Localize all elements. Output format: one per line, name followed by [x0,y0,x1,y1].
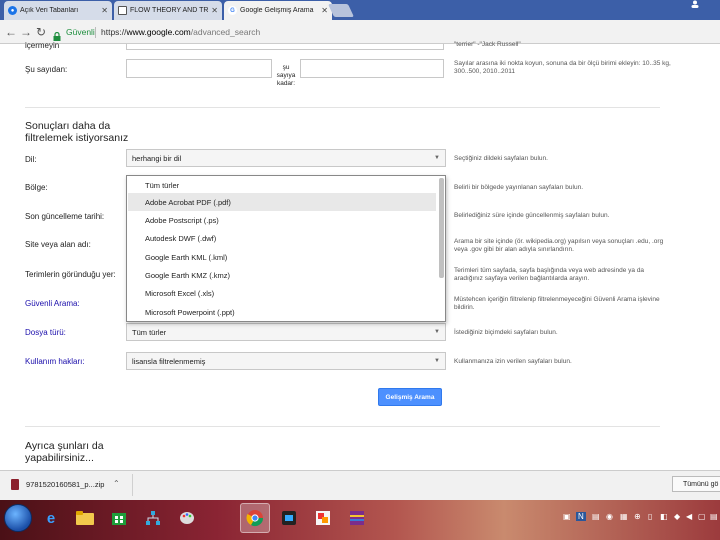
paint-palette-icon[interactable] [172,503,202,533]
forward-arrow-icon[interactable]: → [19,25,33,39]
safesearch-hint: Müstehcen içeriğin filtrelenip filtrelen… [454,296,660,311]
chevron-up-icon[interactable]: ⌃ [113,479,120,488]
site-domain-hint: Arama bir site içinde (ör. wikipedia.org… [454,238,664,253]
close-icon[interactable]: ✕ [321,6,328,15]
url-host: www.google.com [126,27,191,37]
winrar-icon[interactable] [342,503,372,533]
tab-title: Google Gelişmiş Arama [240,7,314,14]
store-icon[interactable] [104,503,134,533]
chevron-down-icon: ▼ [434,358,440,364]
file-type-link[interactable]: Dosya türü: [25,328,66,337]
download-file-name[interactable]: 9781520160581_p...zip [26,480,104,489]
tray-app-icon[interactable]: ▤ [592,512,600,521]
region-label: Bölge: [25,183,48,192]
document-icon [118,6,127,15]
volume-icon[interactable]: ◀ [686,512,692,521]
tab-title: FLOW THEORY AND TRA [130,7,209,14]
dropdown-option[interactable]: Google Earth KML (.kml) [128,248,436,266]
usage-rights-hint: Kullanmanıza izin verilen sayfaları bulu… [454,358,572,365]
tray-app-icon[interactable]: ▣ [563,512,571,521]
exclude-words-label: içermeyin [25,41,60,50]
file-type-select[interactable]: Tüm türler ▼ [126,323,446,341]
usage-rights-select-value: lisansla filtrelenmemiş [132,356,206,366]
back-arrow-icon[interactable]: ← [4,25,18,39]
last-update-label: Son güncelleme tarihi: [25,212,105,221]
internet-explorer-icon[interactable]: e [36,503,66,533]
tab-google-advanced[interactable]: G Google Gelişmiş Arama ✕ [224,1,332,20]
dropdown-option[interactable]: Microsoft Powerpoint (.ppt) [128,303,436,321]
tab-acik-veri[interactable]: ● Açık Veri Tabanları ✕ [4,1,112,20]
show-all-downloads-button[interactable]: Tümünü gö [672,476,720,492]
usage-rights-select[interactable]: lisansla filtrelenmemiş ▼ [126,352,446,370]
url-field[interactable]: https://www.google.com/advanced_search [101,27,260,37]
terms-appearing-label: Terimlerin göründuğu yer: [25,270,116,279]
dropdown-option[interactable]: Adobe Acrobat PDF (.pdf) [128,193,436,211]
battery-icon[interactable]: ▯ [648,512,652,521]
file-type-select-value: Tüm türler [132,327,167,337]
chevron-down-icon: ▼ [434,329,440,335]
close-icon[interactable]: ✕ [101,6,108,15]
profile-icon[interactable] [690,0,702,12]
file-type-hint: İstediğiniz biçimdeki sayfaları bulun. [454,329,558,336]
advanced-search-button[interactable]: Gelişmiş Arama [378,388,442,406]
dropdown-option[interactable]: Microsoft Excel (.xls) [128,284,436,302]
chevron-down-icon: ▼ [434,155,440,161]
language-label: Dil: [25,155,37,164]
terms-appearing-hint: Terimleri tüm sayfada, sayfa başlığında … [454,267,645,282]
notification-icon[interactable]: ▢ [698,512,706,521]
tab-title: Açık Veri Tabanları [20,7,79,14]
chrome-icon[interactable] [240,503,270,533]
also-can-section-title: Ayrıca şunları da yapabilirsiniz... [25,440,104,464]
archive-file-icon [11,479,19,490]
dropdown-scrollbar[interactable] [439,178,444,278]
lock-icon [53,28,61,41]
tray-app-icon[interactable]: ◧ [660,512,668,521]
dropdown-option[interactable]: Google Earth KMZ (.kmz) [128,266,436,284]
dropdown-option[interactable]: Tüm türler [128,176,436,194]
download-bar [0,470,720,500]
number-range-hint: Sayılar arasına iki nokta koyun, sonuna … [454,60,671,75]
url-divider [95,27,96,38]
exclude-words-input[interactable] [126,44,444,50]
section-divider [25,107,660,108]
range-to-input[interactable] [300,59,444,78]
download-divider [132,474,133,496]
section-divider [25,426,660,427]
start-button[interactable] [4,504,32,532]
region-hint: Belirli bir bölgede yayınlanan sayfaları… [454,184,583,191]
language-select-value: herhangi bir dil [132,153,182,163]
tray-app-icon[interactable]: ◆ [674,512,680,521]
dropdown-option[interactable]: Adobe Postscript (.ps) [128,211,436,229]
site-domain-label: Site veya alan adı: [25,240,91,249]
tray-app-icon[interactable]: ⊕ [634,512,641,521]
range-from-input[interactable] [126,59,272,78]
language-hint: Seçtiğiniz dildeki sayfaları bulun. [454,155,548,162]
file-explorer-icon[interactable] [70,503,100,533]
language-select[interactable]: herhangi bir dil ▼ [126,149,446,167]
google-icon: G [228,6,237,15]
url-path: /advanced_search [190,27,261,37]
last-update-hint: Belirlediğiniz süre içinde güncellenmiş … [454,212,610,219]
number-range-label: Şu sayıdan: [25,65,68,74]
tab-flow-theory[interactable]: FLOW THEORY AND TRA ✕ [114,1,222,20]
reload-icon[interactable]: ↻ [34,25,48,39]
network-icon[interactable] [138,503,168,533]
safesearch-link[interactable]: Güvenli Arama: [25,299,80,308]
exclude-words-hint: "terrier" -"Jack Russell" [454,41,521,48]
tray-app-icon[interactable]: ◉ [606,512,613,521]
app-dark-icon[interactable] [274,503,304,533]
secure-label: Güvenli [66,27,95,37]
dropdown-option[interactable]: Autodesk DWF (.dwf) [128,229,436,247]
filter-section-title: Sonuçları daha da filtrelemek istiyorsan… [25,120,129,144]
tray-app-icon[interactable]: ▦ [620,512,628,521]
close-icon[interactable]: ✕ [211,6,218,15]
usage-rights-link[interactable]: Kullanım hakları: [25,357,85,366]
range-to-label: şu sayıya kadar: [276,64,296,87]
globe-icon: ● [8,6,17,15]
file-type-dropdown-list[interactable]: Tüm türler Adobe Acrobat PDF (.pdf) Adob… [126,175,446,322]
onenote-icon[interactable]: N [576,512,586,521]
paint-app-icon[interactable] [308,503,338,533]
url-scheme: https:// [101,27,127,37]
keyboard-icon[interactable]: ▤ [710,512,718,521]
